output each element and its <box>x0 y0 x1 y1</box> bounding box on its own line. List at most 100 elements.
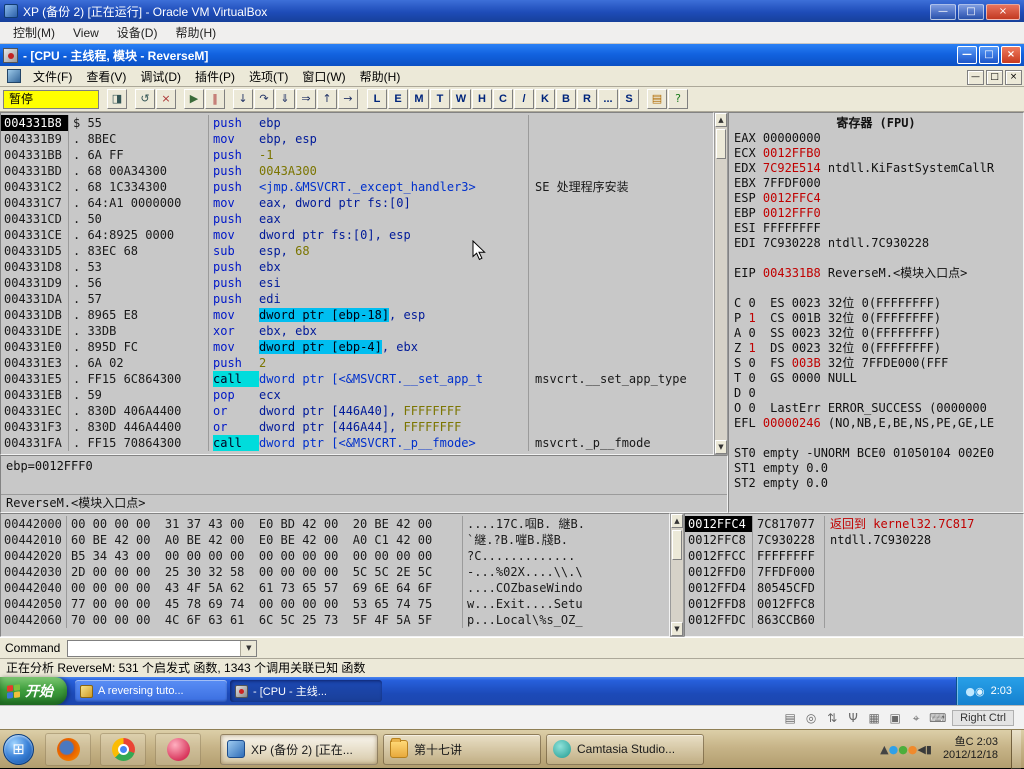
disassembly-pane[interactable]: 004331B8$ 55pushebp004331B9. 8BECmovebp,… <box>0 112 714 455</box>
keyboard-icon[interactable]: ⌨ <box>929 710 945 726</box>
disasm-row[interactable]: 004331E0. 895D FCmovdword ptr [ebp-4], e… <box>1 339 713 355</box>
scroll-down-icon[interactable] <box>715 440 727 454</box>
window-button-7[interactable]: / <box>514 89 534 109</box>
olly-menu-item-4[interactable]: 选项(T) <box>242 66 295 87</box>
olly-menu-item-0[interactable]: 文件(F) <box>26 66 79 87</box>
register-line[interactable]: C 0 ES 0023 32位 0(FFFFFFFF) <box>729 296 1023 311</box>
player-button[interactable] <box>155 733 201 766</box>
vbox-menu-item-2[interactable]: 设备(D) <box>108 24 167 42</box>
dump-row[interactable]: 0044200000 00 00 00 31 37 43 00 E0 BD 42… <box>1 516 669 532</box>
step-over-button[interactable]: ↷ <box>254 89 274 109</box>
disassembly-scrollbar[interactable] <box>714 112 728 455</box>
antivirus-tray-icon[interactable]: ● <box>965 685 975 698</box>
register-line[interactable]: P 1 CS 001B 32位 0(FFFFFFFF) <box>729 311 1023 326</box>
register-line[interactable]: ST0 empty -UNORM BCE0 01050104 002E0 <box>729 446 1023 461</box>
mouse-integration-icon[interactable]: ⌖ <box>908 710 924 726</box>
disasm-row[interactable]: 004331CE. 64:8925 0000movdword ptr fs:[0… <box>1 227 713 243</box>
stack-row[interactable]: 0012FFCCFFFFFFFF <box>685 548 1023 564</box>
olly-maximize-button[interactable]: □ <box>979 46 999 64</box>
disasm-row[interactable]: 004331DA. 57pushedi <box>1 291 713 307</box>
scroll-thumb[interactable] <box>716 129 726 159</box>
disasm-row[interactable]: 004331D5. 83EC 68subesp, 68 <box>1 243 713 259</box>
cpu-restore-button[interactable]: □ <box>986 70 1003 85</box>
open-file-button[interactable]: ◨ <box>107 89 127 109</box>
security-tray-icon[interactable]: ● <box>898 743 908 756</box>
vbox-menu-item-0[interactable]: 控制(M) <box>4 24 64 42</box>
stack-row[interactable]: 0012FFD07FFDF000 <box>685 564 1023 580</box>
dump-row[interactable]: 0044206070 00 00 00 4C 6F 63 61 6C 5C 25… <box>1 612 669 628</box>
taskbar-button-1[interactable]: - [CPU - 主线... <box>230 680 382 702</box>
disasm-row[interactable]: 004331DB. 8965 E8movdword ptr [ebp-18], … <box>1 307 713 323</box>
olly-menu-item-3[interactable]: 插件(P) <box>188 66 242 87</box>
disasm-row[interactable]: 004331BD. 68 00A34300push0043A300 <box>1 163 713 179</box>
olly-menu-item-5[interactable]: 窗口(W) <box>295 66 352 87</box>
register-line[interactable] <box>729 251 1023 266</box>
register-line[interactable]: EAX 00000000 <box>729 131 1023 146</box>
disasm-row[interactable]: 004331D8. 53pushebx <box>1 259 713 275</box>
run-button[interactable]: ▶ <box>184 89 204 109</box>
help-button[interactable]: ? <box>668 89 688 109</box>
scroll-thumb[interactable] <box>672 530 682 560</box>
olly-menu-item-2[interactable]: 调试(D) <box>133 66 188 87</box>
window-button-9[interactable]: B <box>556 89 576 109</box>
dump-row[interactable]: 0044205077 00 00 00 45 78 69 74 00 00 00… <box>1 596 669 612</box>
scroll-up-icon[interactable] <box>671 514 683 528</box>
disasm-row[interactable]: 004331F3. 830D 446A4400ordword ptr [446A… <box>1 419 713 435</box>
network-icon[interactable]: ▮ <box>926 743 932 756</box>
hdd-icon[interactable]: ▤ <box>782 710 798 726</box>
register-line[interactable]: EFL 00000246 (NO,NB,E,BE,NS,PE,GE,LE <box>729 416 1023 431</box>
register-line[interactable]: EDX 7C92E514 ntdll.KiFastSystemCallR <box>729 161 1023 176</box>
dropdown-arrow-icon[interactable] <box>240 641 256 656</box>
register-line[interactable]: Z 1 DS 0023 32位 0(FFFFFFFF) <box>729 341 1023 356</box>
window-button-8[interactable]: K <box>535 89 555 109</box>
register-line[interactable] <box>729 281 1023 296</box>
cpu-window-icon[interactable] <box>7 69 21 83</box>
show-desktop-button[interactable] <box>1011 730 1021 769</box>
dump-row[interactable]: 00442020B5 34 43 00 00 00 00 00 00 00 00… <box>1 548 669 564</box>
volume-icon[interactable]: ◀ <box>917 743 925 756</box>
vbox-close-button[interactable]: × <box>986 4 1020 20</box>
step-into-button[interactable]: ↓ <box>233 89 253 109</box>
register-line[interactable]: EBP 0012FFF0 <box>729 206 1023 221</box>
dump-row[interactable]: 0044201060 BE 42 00 A0 BE 42 00 E0 BE 42… <box>1 532 669 548</box>
register-line[interactable]: ESP 0012FFC4 <box>729 191 1023 206</box>
register-line[interactable]: D 0 <box>729 386 1023 401</box>
register-line[interactable]: ST2 empty 0.0 <box>729 476 1023 491</box>
disasm-row[interactable]: 004331D9. 56pushesi <box>1 275 713 291</box>
network-icon[interactable]: ⇅ <box>824 710 840 726</box>
window-button-2[interactable]: M <box>409 89 429 109</box>
host-taskbar-button-2[interactable]: Camtasia Studio... <box>546 734 704 765</box>
disasm-row[interactable]: 004331E3. 6A 02push2 <box>1 355 713 371</box>
olly-menu-item-6[interactable]: 帮助(H) <box>353 66 408 87</box>
shared-folder-icon[interactable]: ▦ <box>866 710 882 726</box>
disasm-row[interactable]: 004331E5. FF15 6C864300calldword ptr [<&… <box>1 371 713 387</box>
goto-address-button[interactable]: → <box>338 89 358 109</box>
register-line[interactable]: A 0 SS 0023 32位 0(FFFFFFFF) <box>729 326 1023 341</box>
display-icon[interactable]: ▣ <box>887 710 903 726</box>
register-line[interactable]: EBX 7FFDF000 <box>729 176 1023 191</box>
olly-menu-item-1[interactable]: 查看(V) <box>79 66 133 87</box>
command-combobox[interactable] <box>67 640 257 657</box>
appearance-button[interactable]: ▤ <box>647 89 667 109</box>
info-pane[interactable]: ebp=0012FFF0 ReverseM.<模块入口点> <box>0 455 728 513</box>
window-button-4[interactable]: W <box>451 89 471 109</box>
window-button-11[interactable]: ... <box>598 89 618 109</box>
animate-over-button[interactable]: ⇒ <box>296 89 316 109</box>
disasm-row[interactable]: 004331EB. 59popecx <box>1 387 713 403</box>
chrome-button[interactable] <box>100 733 146 766</box>
dump-scrollbar[interactable] <box>670 513 684 637</box>
registers-pane[interactable]: 寄存器 (FPU) EAX 00000000ECX 0012FFB0EDX 7C… <box>728 112 1024 513</box>
stack-row[interactable]: 0012FFD80012FFC8 <box>685 596 1023 612</box>
command-input[interactable] <box>68 641 240 656</box>
disasm-row[interactable]: 004331C7. 64:A1 0000000moveax, dword ptr… <box>1 195 713 211</box>
window-button-12[interactable]: S <box>619 89 639 109</box>
register-line[interactable]: T 0 GS 0000 NULL <box>729 371 1023 386</box>
taskbar-button-0[interactable]: A reversing tuto... <box>75 680 227 702</box>
disasm-row[interactable]: 004331DE. 33DBxorebx, ebx <box>1 323 713 339</box>
register-line[interactable]: S 0 FS 003B 32位 7FFDE000(FFF <box>729 356 1023 371</box>
window-button-0[interactable]: L <box>367 89 387 109</box>
dump-row[interactable]: 0044204000 00 00 00 43 4F 5A 62 61 73 65… <box>1 580 669 596</box>
vbox-maximize-button[interactable]: □ <box>958 4 984 20</box>
register-line[interactable]: ST1 empty 0.0 <box>729 461 1023 476</box>
vbox-menu-item-1[interactable]: View <box>64 24 108 42</box>
